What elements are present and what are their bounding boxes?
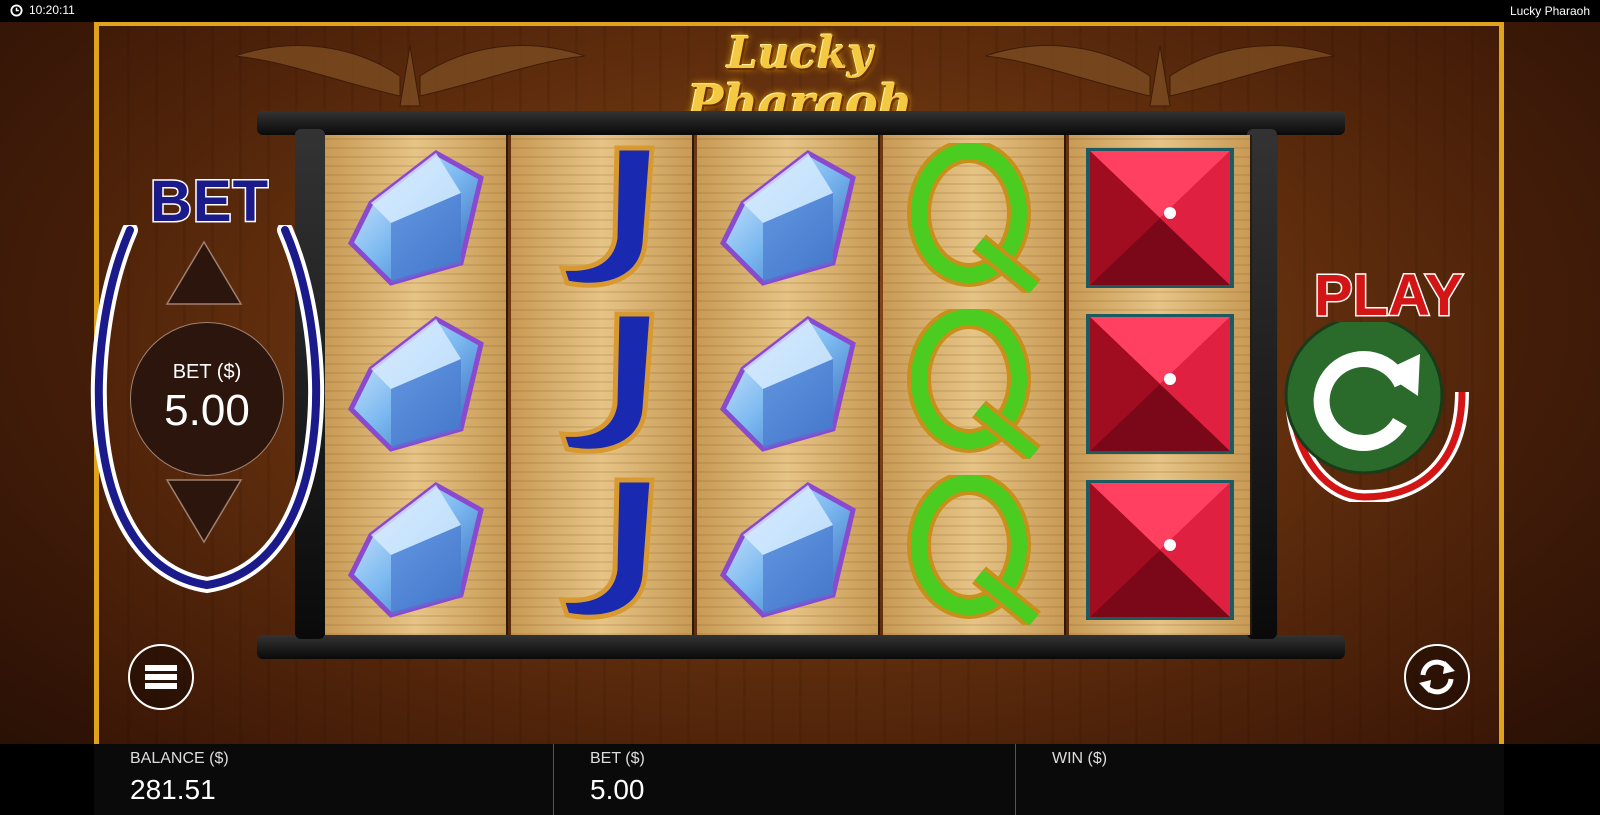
autoplay-button[interactable] [1404,644,1470,710]
clock: 10:20:11 [10,3,75,17]
symbol-blue-crystal-icon [697,301,878,466]
symbol-red-gem-icon [1069,301,1250,466]
bottom-rail [257,635,1345,659]
symbol-J-card-icon [511,135,692,300]
bet-label: BET ($) [590,750,645,767]
symbol-blue-crystal-icon [325,301,506,466]
play-button[interactable] [1282,322,1502,502]
win-section: WIN ($) [1016,744,1504,815]
bet-display-value: 5.00 [164,386,250,435]
symbol-J-card-icon [511,301,692,466]
symbol-J-card-icon [511,467,692,632]
reel-1 [325,135,508,635]
symbol-Q-card-icon [883,135,1064,300]
symbol-blue-crystal-icon [325,135,506,300]
symbol-blue-crystal-icon [697,135,878,300]
play-title: PLAY [1312,262,1464,330]
balance-section: BALANCE ($) 281.51 [94,744,554,815]
refresh-cycle-icon [1419,659,1455,695]
reel-2 [511,135,694,635]
reel-5 [1069,135,1252,635]
reel-3 [697,135,880,635]
symbol-Q-card-icon [883,467,1064,632]
hamburger-menu-icon [145,665,177,689]
bottom-info-bar: BALANCE ($) 281.51 BET ($) 5.00 WIN ($) [94,744,1504,815]
winged-pharaoh-right-decoration [985,45,1335,107]
symbol-red-gem-icon [1069,467,1250,632]
symbol-blue-crystal-icon [697,467,878,632]
top-status-bar: 10:20:11 Lucky Pharaoh [0,0,1600,23]
bet-display-label: BET ($) [172,361,242,383]
balance-label: BALANCE ($) [130,750,229,767]
symbol-blue-crystal-icon [325,467,506,632]
balance-value: 281.51 [130,774,216,805]
triangle-down-icon[interactable] [165,478,243,544]
win-label: WIN ($) [1052,750,1108,767]
bet-display: BET ($) 5.00 [130,322,284,476]
clock-icon [10,3,23,17]
window-title: Lucky Pharaoh [1509,4,1590,18]
symbol-Q-card-icon [883,301,1064,466]
bet-value: 5.00 [590,774,645,805]
top-rail [257,111,1345,135]
bet-section: BET ($) 5.00 [554,744,1016,815]
reel-set [257,111,1345,667]
logo-line-1: Lucky [727,28,873,79]
reel-4 [883,135,1066,635]
menu-button[interactable] [128,644,194,710]
triangle-up-icon[interactable] [165,240,243,306]
clock-time: 10:20:11 [29,3,75,17]
winged-pharaoh-left-decoration [235,45,585,107]
symbol-red-gem-icon [1069,135,1250,300]
